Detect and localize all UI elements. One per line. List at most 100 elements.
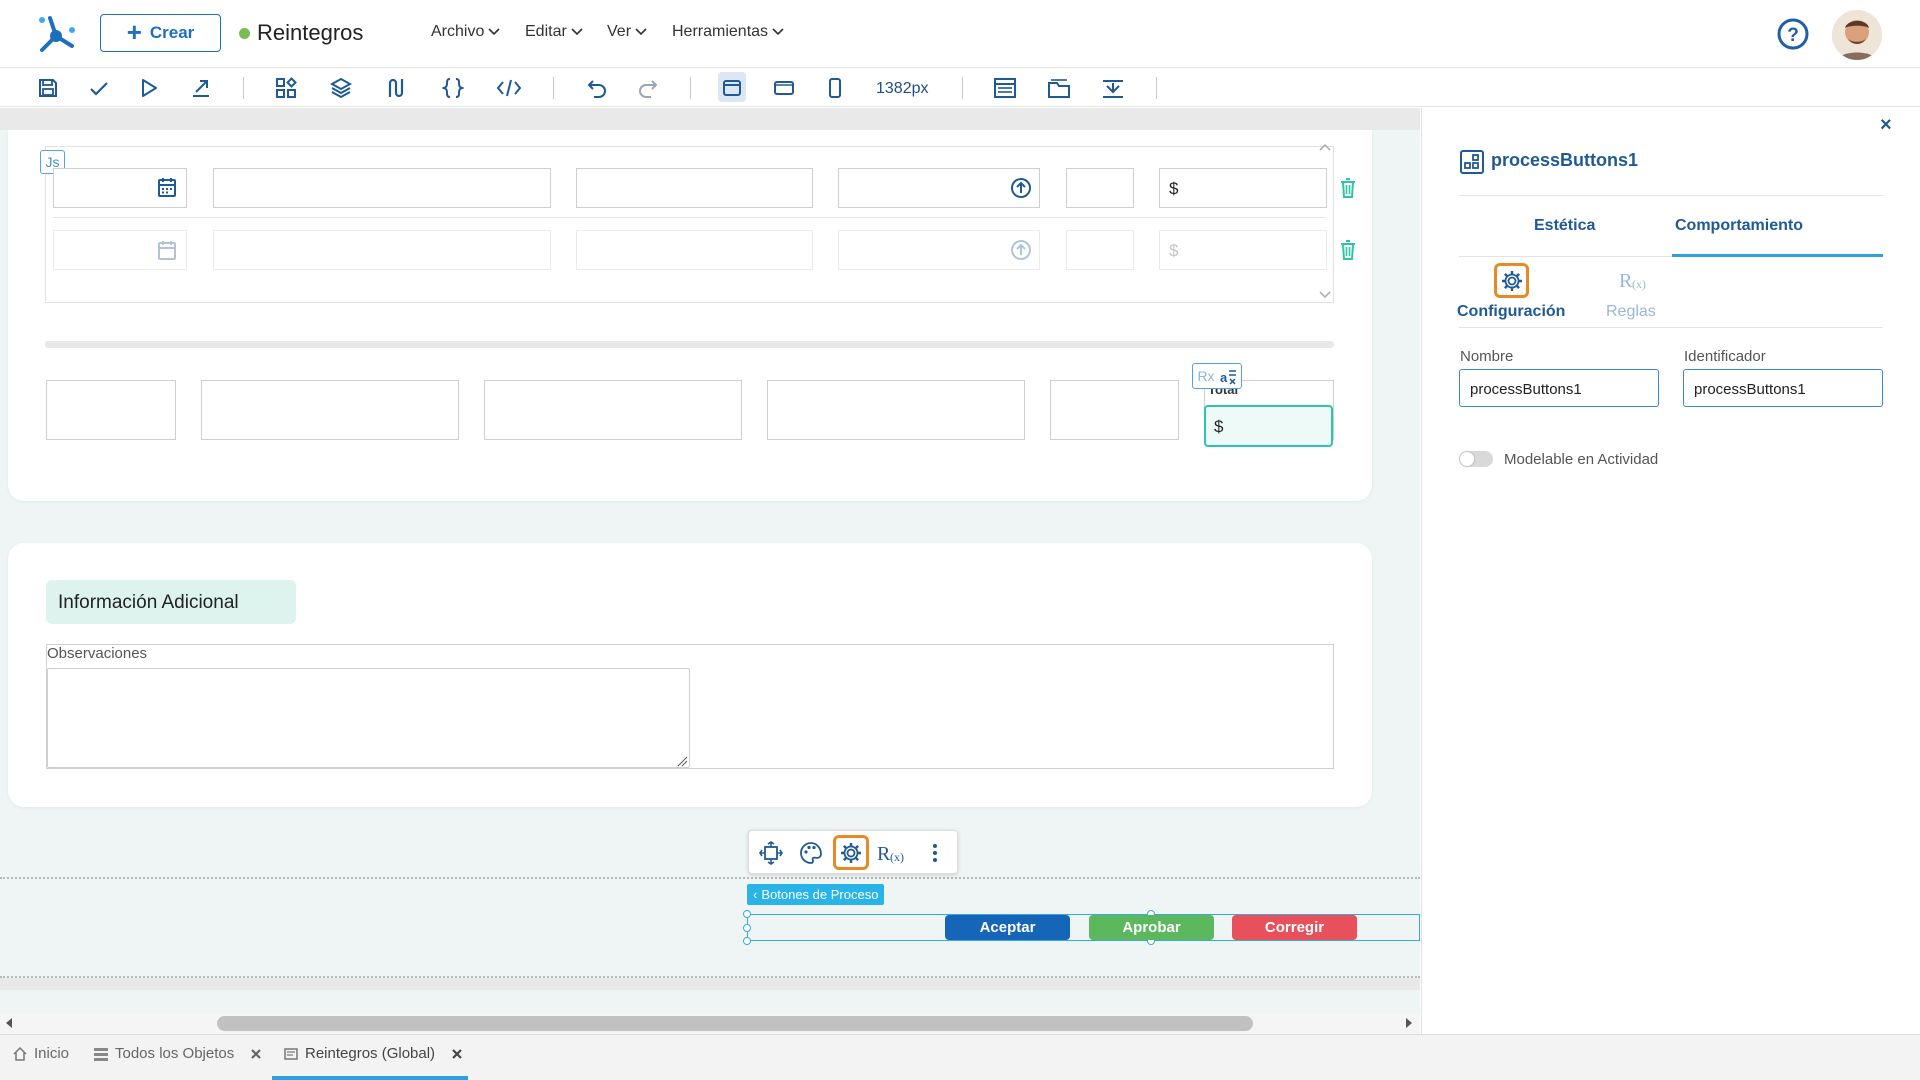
toolbar-separator [1156,77,1157,99]
publish-icon[interactable] [187,75,215,101]
total-row-cell[interactable] [1050,380,1179,440]
resize-handle[interactable] [743,937,751,945]
braces-icon[interactable] [439,75,467,101]
home-icon [13,1046,27,1061]
close-tab-icon[interactable] [451,1048,463,1060]
mobile-view-icon[interactable] [821,75,849,101]
approve-button[interactable]: Aprobar [1089,915,1214,940]
menu-ver[interactable]: Ver [607,23,647,41]
delete-row-icon[interactable] [1338,239,1358,261]
menu-label: Ver [607,23,632,40]
page-title: Reintegros [257,20,364,45]
active-tab-indicator [272,1076,468,1080]
correct-button[interactable]: Corregir [1232,915,1357,940]
total-row-cell[interactable] [484,380,742,440]
currency-symbol: $ [1169,179,1179,198]
resize-handle-icon[interactable] [676,755,688,767]
chevron-down-icon [772,28,784,36]
flow-icon[interactable] [382,75,410,101]
amount-field[interactable] [1159,230,1327,270]
rule-badge[interactable]: Rx a [1192,363,1242,389]
rules-icon[interactable]: R (x) [1618,268,1648,292]
tab-reintegros-global[interactable]: Reintegros (Global) [283,1045,463,1062]
close-panel-icon[interactable]: × [1880,114,1892,137]
close-tab-icon[interactable] [250,1048,262,1060]
svg-text:(x): (x) [1632,277,1646,291]
text-field[interactable] [576,230,813,270]
redo-icon[interactable] [634,75,662,101]
create-button[interactable]: + Crear [100,14,221,52]
number-field[interactable] [1066,168,1134,208]
avatar[interactable] [1832,10,1882,60]
resize-handle[interactable] [743,910,751,918]
settings-gear-icon[interactable] [833,835,869,870]
calendar-icon[interactable] [157,239,177,261]
total-row-cell[interactable] [201,380,459,440]
delete-row-icon[interactable] [1338,177,1358,199]
width-readout: 1382px [876,80,929,97]
scroll-left-icon[interactable] [5,1018,13,1028]
amount-field[interactable] [1159,168,1327,208]
tab-inicio[interactable]: Inicio [12,1045,69,1062]
upload-icon[interactable] [1010,239,1032,261]
configuration-gear-icon[interactable] [1494,263,1529,298]
text-field[interactable] [213,230,551,270]
tab-label: Todos los Objetos [115,1045,235,1062]
toggle-knob [1460,452,1474,466]
name-input[interactable]: processButtons1 [1459,369,1659,407]
list-icon [94,1047,108,1061]
help-icon[interactable]: ? [1777,18,1809,50]
tab-estetica[interactable]: Estética [1534,217,1595,235]
rule-badge-label: Rx [1197,368,1215,384]
tab-todos-los-objetos[interactable]: Todos los Objetos [93,1045,262,1062]
component-tag[interactable]: ‹ Botones de Proceso [747,884,885,905]
tab-label: Reintegros (Global) [305,1045,436,1062]
save-icon[interactable] [34,75,62,101]
chevron-up-icon[interactable] [1318,142,1332,152]
app-logo-icon[interactable] [36,12,76,54]
tabs-icon[interactable] [1045,75,1073,101]
toolbar-separator [553,77,554,99]
number-field[interactable] [1066,230,1134,270]
toolbar-separator [243,77,244,99]
undo-icon[interactable] [583,75,611,101]
tab-comportamiento[interactable]: Comportamiento [1675,217,1803,235]
layers-icon[interactable] [327,75,355,101]
chevron-down-icon [488,28,500,36]
widgets-icon[interactable] [272,75,300,101]
toolbar-separator [690,77,691,99]
menu-herramientas[interactable]: Herramientas [672,23,784,41]
upload-icon[interactable] [1010,177,1032,199]
observations-textarea[interactable] [47,668,690,768]
text-field[interactable] [213,168,551,208]
more-options-icon[interactable] [919,839,951,867]
alignment-icon[interactable] [1099,75,1127,101]
move-icon[interactable] [755,839,787,867]
resize-handle[interactable] [743,924,751,932]
scroll-right-icon[interactable] [1405,1018,1413,1028]
layout-icon[interactable] [991,75,1019,101]
subtab-reglas[interactable]: Reglas [1606,303,1656,321]
total-row-cell[interactable] [46,380,176,440]
text-field[interactable] [576,168,813,208]
total-row-cell[interactable] [767,380,1025,440]
scrollbar-thumb[interactable] [217,1016,1253,1031]
menu-label: Editar [525,23,567,40]
play-icon[interactable] [135,75,163,101]
chevron-down-icon[interactable] [1318,290,1332,300]
palette-icon[interactable] [795,839,827,867]
code-icon[interactable] [495,75,523,101]
subtab-configuracion[interactable]: Configuración [1457,303,1565,321]
desktop-view-icon[interactable] [718,75,746,101]
check-icon[interactable] [85,75,113,101]
accept-button[interactable]: Aceptar [945,915,1070,940]
calendar-icon[interactable] [157,176,177,198]
identifier-input[interactable]: processButtons1 [1683,369,1883,407]
chevron-down-icon [571,28,583,36]
tablet-view-icon[interactable] [770,75,798,101]
create-button-label: Crear [149,23,195,42]
menu-archivo[interactable]: Archivo [431,23,500,41]
modelable-toggle[interactable] [1459,451,1493,467]
menu-editar[interactable]: Editar [525,23,583,41]
rules-icon[interactable]: R (x) [875,839,907,867]
